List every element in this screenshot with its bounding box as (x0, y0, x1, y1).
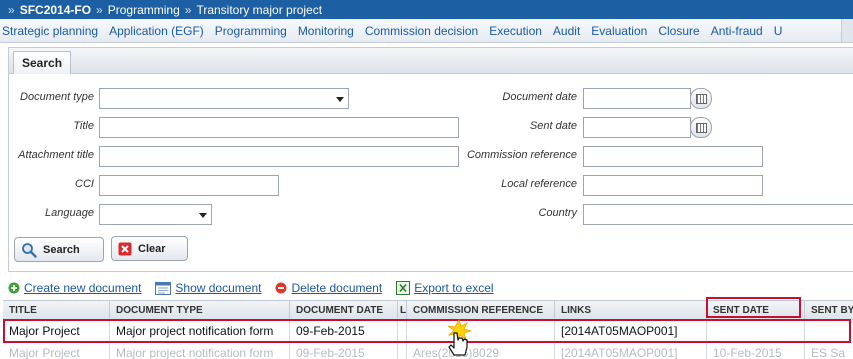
cell-sent-by: ES Sa (811, 346, 846, 359)
menu-item-audit[interactable]: Audit (551, 24, 587, 38)
commission-reference-input[interactable] (583, 146, 763, 167)
calendar-icon (696, 123, 707, 133)
click-cursor-icon (447, 319, 473, 356)
menu-item-monitoring[interactable]: Monitoring (296, 24, 361, 38)
export-excel-link[interactable]: Export to excel (396, 281, 494, 295)
calendar-icon (696, 94, 707, 104)
cell-document-date: 09-Feb-2015 (290, 321, 398, 342)
column-header-links[interactable]: LINKS (555, 301, 707, 320)
local-reference-input[interactable] (583, 175, 763, 196)
cell-document-type: Major project notification form (110, 321, 290, 342)
document-date-calendar-button[interactable] (690, 88, 712, 109)
menu-item-truncated[interactable]: U (772, 24, 790, 38)
language-select[interactable] (99, 204, 212, 225)
document-type-select[interactable] (99, 88, 349, 109)
breadcrumb-item-current: Transitory major project (196, 2, 323, 17)
document-date-input[interactable] (583, 88, 691, 109)
table-row[interactable]: Major Project Major project notification… (3, 343, 853, 359)
cell-links[interactable]: [2014AT05MAOP001] (555, 321, 707, 342)
menu-item-commission-decision[interactable]: Commission decision (363, 24, 485, 38)
main-menu: Strategic planning Application (EGF) Pro… (0, 19, 853, 43)
column-header-l[interactable]: L (398, 301, 407, 320)
commission-reference-label: Commission reference (466, 149, 577, 161)
sent-date-calendar-button[interactable] (690, 117, 712, 138)
table-row[interactable]: Major Project Major project notification… (3, 321, 853, 342)
menu-item-evaluation[interactable]: Evaluation (589, 24, 654, 38)
search-button[interactable]: Search (14, 237, 104, 262)
delete-document-label: Delete document (291, 281, 383, 295)
cell-document-date: 09-Feb-2015 (290, 343, 398, 359)
column-header-sent-by[interactable]: SENT BY (805, 301, 853, 320)
breadcrumb-item-sfc2014-fo[interactable]: SFC2014-FO (20, 3, 91, 17)
delete-icon (275, 282, 287, 294)
country-label: Country (538, 207, 577, 219)
document-type-label: Document type (20, 91, 94, 103)
create-document-link[interactable]: Create new document (8, 281, 141, 295)
document-date-label: Document date (502, 91, 577, 103)
tab-search[interactable]: Search (13, 51, 72, 74)
export-excel-label: Export to excel (414, 281, 494, 295)
cell-document-type: Major project notification form (110, 343, 290, 359)
column-header-document-type[interactable]: DOCUMENT TYPE (110, 301, 290, 320)
country-input[interactable] (583, 204, 853, 225)
search-button-label: Search (43, 243, 80, 256)
language-label: Language (45, 207, 94, 219)
chevron-down-icon (199, 213, 207, 218)
attachment-title-input[interactable] (99, 146, 459, 167)
sent-date-input[interactable] (583, 117, 691, 138)
cell-links[interactable]: [2014AT05MAOP001] (555, 343, 707, 359)
local-reference-label: Local reference (501, 178, 577, 190)
cci-label: CCI (75, 178, 94, 190)
column-header-document-date[interactable]: DOCUMENT DATE (290, 301, 398, 320)
cell-sent-date (707, 321, 805, 342)
breadcrumb-item-programming[interactable]: Programming (108, 3, 180, 17)
show-document-link[interactable]: Show document (155, 281, 261, 295)
cell-l (398, 343, 407, 359)
search-panel-header (9, 48, 853, 74)
menu-item-anti-fraud[interactable]: Anti-fraud (709, 24, 770, 38)
create-document-label: Create new document (24, 281, 142, 295)
cell-title: Major Project (3, 343, 110, 359)
breadcrumb-separator: » (8, 2, 15, 17)
column-header-title[interactable]: TITLE (3, 301, 110, 320)
breadcrumb-separator: » (96, 2, 103, 17)
clear-button[interactable]: Clear (111, 236, 188, 261)
delete-document-link[interactable]: Delete document (275, 281, 382, 295)
column-header-sent-date[interactable]: SENT DATE (707, 301, 805, 320)
menu-item-strategic-planning[interactable]: Strategic planning (0, 24, 105, 38)
show-document-label: Show document (175, 281, 262, 295)
cell-sent-by (805, 321, 853, 342)
column-header-commission-reference[interactable]: COMMISSION REFERENCE (407, 301, 555, 320)
excel-icon (396, 281, 411, 295)
menu-scroll-button[interactable] (841, 19, 853, 42)
cell-commission-reference (407, 321, 555, 342)
title-input[interactable] (99, 117, 459, 138)
cell-commission-reference: Ares(2015)8029 (407, 343, 555, 359)
cell-sent-date: 10-Feb-2015 (707, 343, 805, 359)
add-icon (8, 282, 20, 294)
magnifier-icon (22, 242, 37, 258)
menu-item-execution[interactable]: Execution (487, 24, 549, 38)
menu-item-closure[interactable]: Closure (656, 24, 706, 38)
breadcrumb-separator: » (184, 2, 192, 17)
chevron-down-icon (336, 97, 344, 102)
clear-button-label: Clear (138, 242, 166, 255)
clear-icon (118, 242, 132, 255)
table-header: TITLE DOCUMENT TYPE DOCUMENT DATE L COMM… (3, 300, 853, 320)
menu-item-application-egf[interactable]: Application (EGF) (107, 24, 211, 38)
document-view-icon (155, 281, 172, 295)
document-toolbar: Create new document Show document Delete… (8, 279, 508, 297)
documents-table: TITLE DOCUMENT TYPE DOCUMENT DATE L COMM… (3, 300, 853, 359)
sent-date-label: Sent date (529, 120, 577, 132)
menu-item-programming[interactable]: Programming (213, 24, 294, 38)
breadcrumb: » SFC2014-FO » Programming » Transitory … (0, 0, 853, 19)
title-label: Title (73, 120, 94, 132)
cell-title: Major Project (3, 321, 110, 342)
cci-input[interactable] (99, 175, 279, 196)
attachment-title-label: Attachment title (18, 149, 94, 161)
cell-l (398, 321, 407, 342)
